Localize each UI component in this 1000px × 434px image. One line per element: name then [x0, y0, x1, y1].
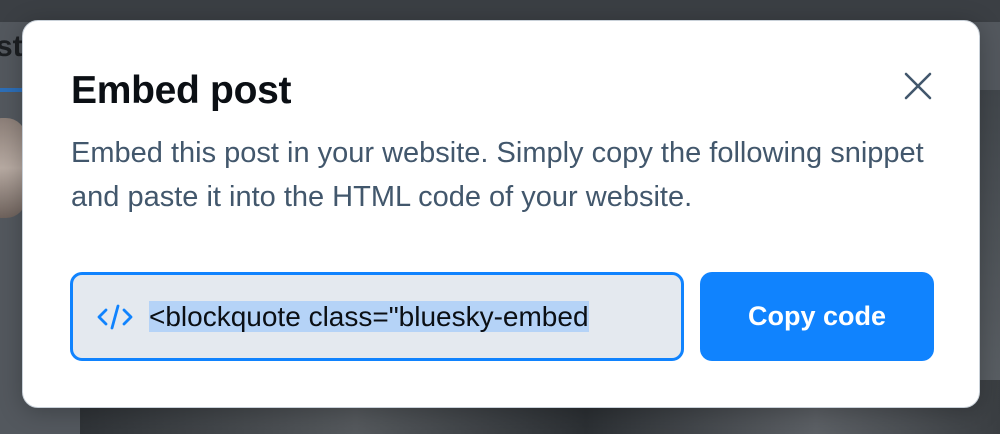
dialog-description: Embed this post in your website. Simply … — [71, 137, 924, 213]
copy-code-button[interactable]: Copy code — [700, 272, 934, 361]
background-topbar — [0, 0, 1000, 22]
embed-code-value[interactable]: <blockquote class="bluesky-embed — [149, 300, 657, 333]
embed-post-dialog: Embed post Embed this post in your websi… — [22, 20, 980, 408]
background-post-media — [978, 90, 1000, 390]
embed-code-selection: <blockquote class="bluesky-embed — [149, 300, 589, 332]
background-tab-label: st — [0, 30, 23, 63]
code-icon — [95, 297, 135, 337]
embed-code-field[interactable]: <blockquote class="bluesky-embed — [70, 272, 684, 361]
dialog-title: Embed post — [71, 69, 292, 112]
close-button[interactable] — [897, 65, 939, 107]
close-icon — [904, 72, 932, 100]
background-tab-indicator — [0, 88, 24, 92]
